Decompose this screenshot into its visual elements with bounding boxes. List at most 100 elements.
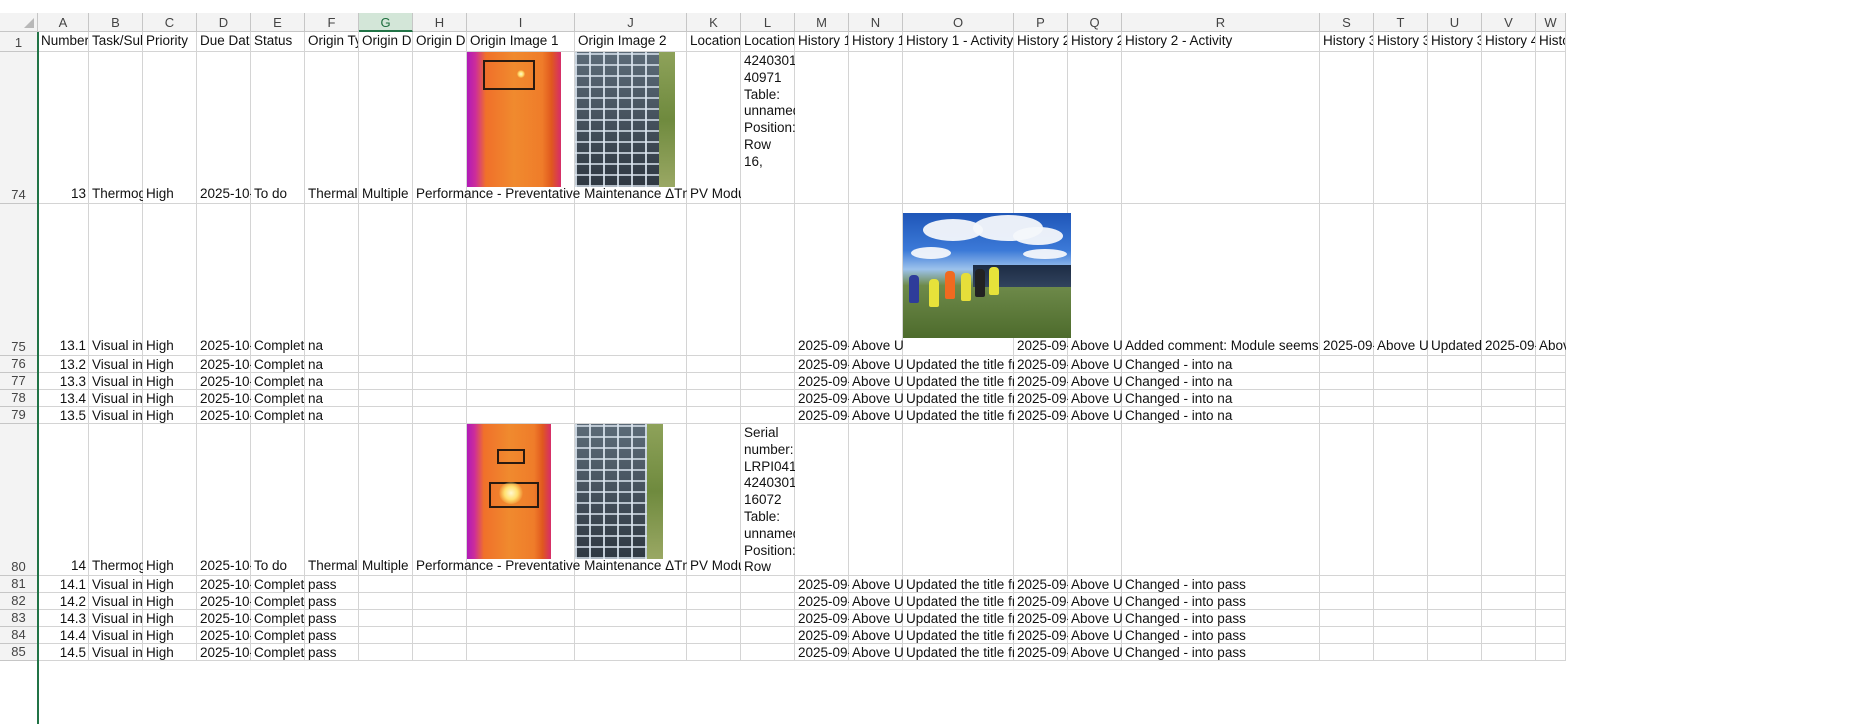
cell-h85[interactable] bbox=[413, 644, 467, 661]
cell-text-c84[interactable]: High bbox=[143, 627, 197, 644]
cell-text-d74[interactable]: 2025-10-0: bbox=[197, 52, 251, 204]
header-cell-j[interactable]: Origin Image 2 bbox=[575, 32, 687, 52]
cell-t79[interactable] bbox=[1374, 407, 1428, 424]
cell-text-m82[interactable]: 2025-09-0: bbox=[795, 593, 849, 610]
cell-text-r83[interactable]: Changed - into pass bbox=[1122, 610, 1320, 627]
header-cell-k[interactable]: Location C bbox=[687, 32, 741, 52]
header-cell-m[interactable]: History 1 - bbox=[795, 32, 849, 52]
cell-u83[interactable] bbox=[1428, 610, 1482, 627]
row-header-84[interactable]: 84 bbox=[0, 627, 38, 644]
header-cell-r[interactable]: History 2 - Activity bbox=[1122, 32, 1320, 52]
cell-j77[interactable] bbox=[575, 373, 687, 390]
header-cell-f[interactable]: Origin Typ bbox=[305, 32, 359, 52]
cell-u77[interactable] bbox=[1428, 373, 1482, 390]
cell-text-f78[interactable]: na bbox=[305, 390, 359, 407]
header-cell-s[interactable]: History 3 - bbox=[1320, 32, 1374, 52]
cell-v80[interactable] bbox=[1482, 424, 1536, 576]
cell-text-f77[interactable]: na bbox=[305, 373, 359, 390]
cell-text-c75[interactable]: High bbox=[143, 204, 197, 356]
column-header-r[interactable]: R bbox=[1122, 13, 1320, 32]
cell-text-b76[interactable]: Visual ins| bbox=[89, 356, 143, 373]
cell-text-o82[interactable]: Updated the title fro bbox=[903, 593, 1014, 610]
cell-text-e82[interactable]: Complete: bbox=[251, 593, 305, 610]
cell-l75[interactable] bbox=[741, 204, 795, 356]
cell-text-c78[interactable]: High bbox=[143, 390, 197, 407]
cell-k76[interactable] bbox=[687, 356, 741, 373]
column-header-e[interactable]: E bbox=[251, 13, 305, 32]
header-cell-a[interactable]: Number bbox=[38, 32, 89, 52]
column-header-u[interactable]: U bbox=[1428, 13, 1482, 32]
cell-s79[interactable] bbox=[1320, 407, 1374, 424]
cell-w85[interactable] bbox=[1536, 644, 1566, 661]
cell-w77[interactable] bbox=[1536, 373, 1566, 390]
cell-text-m78[interactable]: 2025-09-0: bbox=[795, 390, 849, 407]
cell-text-f85[interactable]: pass bbox=[305, 644, 359, 661]
cell-h76[interactable] bbox=[413, 356, 467, 373]
cell-text-c79[interactable]: High bbox=[143, 407, 197, 424]
cell-text-a81[interactable]: 14.1 bbox=[38, 576, 89, 593]
cell-o74[interactable] bbox=[903, 52, 1014, 204]
cell-text-p79[interactable]: 2025-09-0: bbox=[1014, 407, 1068, 424]
cell-text-p84[interactable]: 2025-09-0: bbox=[1014, 627, 1068, 644]
cell-text-r78[interactable]: Changed - into na bbox=[1122, 390, 1320, 407]
cell-r74[interactable] bbox=[1122, 52, 1320, 204]
cell-text-m76[interactable]: 2025-09-0: bbox=[795, 356, 849, 373]
cell-text-r77[interactable]: Changed - into na bbox=[1122, 373, 1320, 390]
cell-text-d84[interactable]: 2025-10-0: bbox=[197, 627, 251, 644]
site-photo-image[interactable] bbox=[903, 213, 1071, 338]
cell-text-p81[interactable]: 2025-09-0: bbox=[1014, 576, 1068, 593]
cell-u76[interactable] bbox=[1428, 356, 1482, 373]
cell-text-e81[interactable]: Complete: bbox=[251, 576, 305, 593]
cell-text-o78[interactable]: Updated the title fro bbox=[903, 390, 1014, 407]
cell-j83[interactable] bbox=[575, 610, 687, 627]
column-header-n[interactable]: N bbox=[849, 13, 903, 32]
cell-l77[interactable] bbox=[741, 373, 795, 390]
cell-i83[interactable] bbox=[467, 610, 575, 627]
cell-r80[interactable] bbox=[1122, 424, 1320, 576]
cell-h83[interactable] bbox=[413, 610, 467, 627]
solar-panel-image[interactable] bbox=[575, 52, 675, 187]
cell-j75[interactable] bbox=[575, 204, 687, 356]
cell-text-l74[interactable]: 4240301940971Table:unnamedPosition:Row 1… bbox=[741, 52, 795, 204]
thermal-image[interactable] bbox=[467, 52, 561, 187]
cell-j82[interactable] bbox=[575, 593, 687, 610]
cell-g77[interactable] bbox=[359, 373, 413, 390]
cell-text-n77[interactable]: Above Us bbox=[849, 373, 903, 390]
spreadsheet-grid[interactable]: ABCDEFGHIJKLMNOPQRSTUVW1NumberTask/SubtP… bbox=[0, 0, 1854, 724]
cell-text-c85[interactable]: High bbox=[143, 644, 197, 661]
cell-t83[interactable] bbox=[1374, 610, 1428, 627]
cell-k83[interactable] bbox=[687, 610, 741, 627]
cell-l84[interactable] bbox=[741, 627, 795, 644]
cell-text-r76[interactable]: Changed - into na bbox=[1122, 356, 1320, 373]
cell-q80[interactable] bbox=[1068, 424, 1122, 576]
header-cell-g[interactable]: Origin Det bbox=[359, 32, 413, 52]
cell-l79[interactable] bbox=[741, 407, 795, 424]
cell-text-r84[interactable]: Changed - into pass bbox=[1122, 627, 1320, 644]
column-header-p[interactable]: P bbox=[1014, 13, 1068, 32]
cell-t78[interactable] bbox=[1374, 390, 1428, 407]
cell-k78[interactable] bbox=[687, 390, 741, 407]
cell-text-a74[interactable]: 13 bbox=[38, 52, 89, 204]
cell-u78[interactable] bbox=[1428, 390, 1482, 407]
cell-text-b83[interactable]: Visual ins| bbox=[89, 610, 143, 627]
cell-text-g80[interactable]: Multiple H bbox=[359, 424, 413, 576]
column-header-j[interactable]: J bbox=[575, 13, 687, 32]
cell-t81[interactable] bbox=[1374, 576, 1428, 593]
cell-i76[interactable] bbox=[467, 356, 575, 373]
cell-u80[interactable] bbox=[1428, 424, 1482, 576]
cell-text-d81[interactable]: 2025-10-0: bbox=[197, 576, 251, 593]
cell-text-o84[interactable]: Updated the title fro bbox=[903, 627, 1014, 644]
cell-j85[interactable] bbox=[575, 644, 687, 661]
cell-text-c74[interactable]: High bbox=[143, 52, 197, 204]
cell-text-a76[interactable]: 13.2 bbox=[38, 356, 89, 373]
cell-text-e85[interactable]: Complete: bbox=[251, 644, 305, 661]
cell-text-d77[interactable]: 2025-10-0: bbox=[197, 373, 251, 390]
cell-text-b79[interactable]: Visual ins| bbox=[89, 407, 143, 424]
cell-t82[interactable] bbox=[1374, 593, 1428, 610]
cell-text-d79[interactable]: 2025-10-0: bbox=[197, 407, 251, 424]
cell-t84[interactable] bbox=[1374, 627, 1428, 644]
cell-text-n76[interactable]: Above Us bbox=[849, 356, 903, 373]
cell-j78[interactable] bbox=[575, 390, 687, 407]
cell-k84[interactable] bbox=[687, 627, 741, 644]
cell-text-r85[interactable]: Changed - into pass bbox=[1122, 644, 1320, 661]
